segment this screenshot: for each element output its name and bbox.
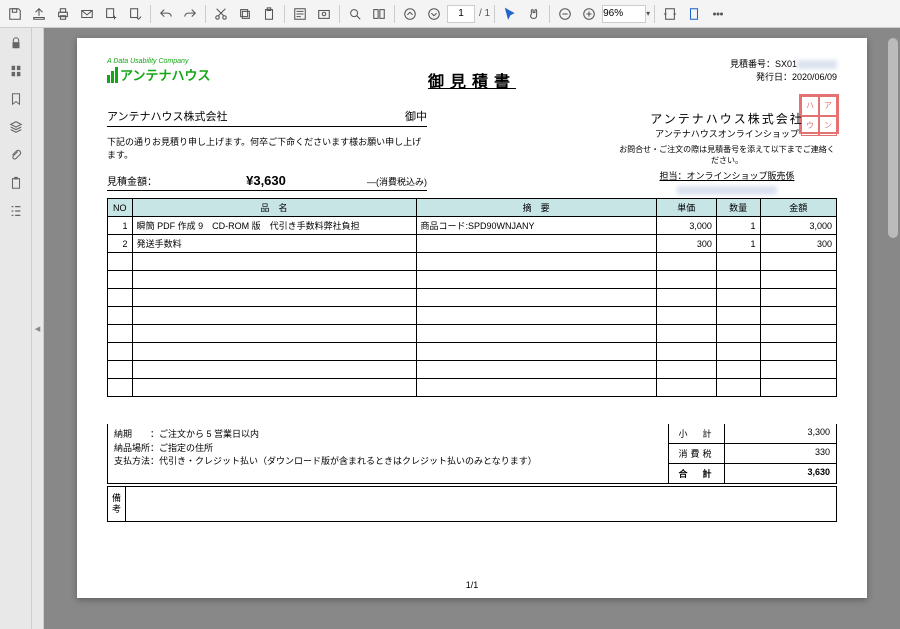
pdf-viewer: / 1 ▾ ◂ A Data Usability Compan bbox=[0, 0, 900, 629]
more-icon[interactable] bbox=[707, 3, 729, 25]
table-row: 1瞬簡 PDF 作成 9 CD-ROM 版 代引き手数料弊社負担商品コード:SP… bbox=[108, 217, 837, 235]
remarks-box: 備考 bbox=[107, 486, 837, 522]
meta-info: 見積番号：SX01 発行日：2020/06/09 bbox=[730, 58, 837, 83]
page-check-icon[interactable] bbox=[124, 3, 146, 25]
print-icon[interactable] bbox=[52, 3, 74, 25]
zoom-in-icon[interactable] bbox=[578, 3, 600, 25]
table-row bbox=[108, 343, 837, 361]
upload-icon[interactable] bbox=[28, 3, 50, 25]
zoom-input[interactable] bbox=[602, 5, 646, 23]
main-area: ◂ A Data Usability Company アンテナハウス 御見積書 … bbox=[0, 28, 900, 629]
table-row bbox=[108, 361, 837, 379]
below-table: 納期 ：ご注文から 5 営業日以内 納品場所：ご指定の住所 支払方法：代引き・ク… bbox=[107, 424, 837, 484]
document-page: A Data Usability Company アンテナハウス 御見積書 見積… bbox=[77, 38, 867, 598]
items-table: NO 品 名 摘 要 単価 数量 金額 1瞬簡 PDF 作成 9 CD-ROM … bbox=[107, 198, 837, 397]
document-title: 御見積書 bbox=[428, 68, 516, 92]
zoom-out-icon[interactable] bbox=[554, 3, 576, 25]
compare-icon[interactable] bbox=[368, 3, 390, 25]
logo-icon bbox=[107, 67, 118, 83]
pointer-icon[interactable] bbox=[499, 3, 521, 25]
fit-width-icon[interactable] bbox=[659, 3, 681, 25]
attachment-icon[interactable] bbox=[5, 144, 27, 166]
save-icon[interactable] bbox=[4, 3, 26, 25]
table-row bbox=[108, 325, 837, 343]
thumbnails-icon[interactable] bbox=[5, 60, 27, 82]
copy-icon[interactable] bbox=[234, 3, 256, 25]
zoom-dropdown-icon[interactable]: ▾ bbox=[646, 9, 650, 18]
table-row bbox=[108, 271, 837, 289]
sidebar-collapse-icon[interactable]: ◂ bbox=[32, 28, 44, 629]
page-add-icon[interactable] bbox=[100, 3, 122, 25]
snapshot-icon[interactable] bbox=[313, 3, 335, 25]
table-row bbox=[108, 289, 837, 307]
outline-icon[interactable] bbox=[5, 200, 27, 222]
toolbar: / 1 ▾ bbox=[0, 0, 900, 28]
canvas[interactable]: A Data Usability Company アンテナハウス 御見積書 見積… bbox=[44, 28, 900, 629]
table-header-row: NO 品 名 摘 要 単価 数量 金額 bbox=[108, 199, 837, 217]
mail-icon[interactable] bbox=[76, 3, 98, 25]
page-total: / 1 bbox=[479, 8, 490, 19]
table-row: 2発送手数料3001300 bbox=[108, 235, 837, 253]
table-row bbox=[108, 253, 837, 271]
paste-icon[interactable] bbox=[258, 3, 280, 25]
logo: A Data Usability Company アンテナハウス bbox=[107, 58, 210, 84]
bookmark-icon[interactable] bbox=[5, 88, 27, 110]
table-row bbox=[108, 379, 837, 397]
sidebar bbox=[0, 28, 32, 629]
page-down-icon[interactable] bbox=[423, 3, 445, 25]
fit-page-icon[interactable] bbox=[683, 3, 705, 25]
undo-icon[interactable] bbox=[155, 3, 177, 25]
scrollbar-vertical[interactable] bbox=[888, 38, 898, 238]
layers-icon[interactable] bbox=[5, 116, 27, 138]
cut-icon[interactable] bbox=[210, 3, 232, 25]
hand-icon[interactable] bbox=[523, 3, 545, 25]
clipboard-icon[interactable] bbox=[5, 172, 27, 194]
lock-icon[interactable] bbox=[5, 32, 27, 54]
table-row bbox=[108, 307, 837, 325]
redo-icon[interactable] bbox=[179, 3, 201, 25]
search-icon[interactable] bbox=[344, 3, 366, 25]
company-block: アンテナハウス株式会社 アンテナハウスオンラインショップ お問合せ・ご注文の際は… bbox=[617, 110, 837, 196]
page-up-icon[interactable] bbox=[399, 3, 421, 25]
page-number: 1/1 bbox=[466, 580, 479, 590]
page-input[interactable] bbox=[447, 5, 475, 23]
form-icon[interactable] bbox=[289, 3, 311, 25]
